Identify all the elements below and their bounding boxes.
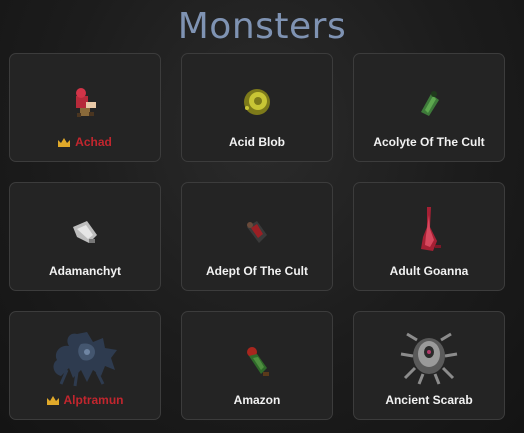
- monster-name: Alptramun: [10, 393, 160, 407]
- monster-card-adamanchyt[interactable]: Adamanchyt: [9, 182, 161, 291]
- monster-card-ancient-scarab[interactable]: Ancient Scarab: [353, 311, 505, 420]
- monster-card-acid-blob[interactable]: Acid Blob: [181, 53, 333, 162]
- monster-card-achad[interactable]: Achad: [9, 53, 161, 162]
- monster-card-alptramun[interactable]: Alptramun: [9, 311, 161, 420]
- monster-card-amazon[interactable]: Amazon: [181, 311, 333, 420]
- acid-blob-sprite-icon: [244, 89, 270, 116]
- adamanchyt-sprite-icon: [73, 221, 97, 244]
- adept-sprite-icon: [247, 221, 267, 244]
- monster-card-adult-goanna[interactable]: Adult Goanna: [353, 182, 505, 291]
- page-title: Monsters: [177, 6, 347, 47]
- monster-name: Achad: [10, 135, 160, 149]
- monster-grid: Achad Acid Blob Acolyte Of The Cult Adam…: [9, 53, 505, 420]
- achad-sprite-icon: [76, 88, 96, 118]
- acolyte-sprite-icon: [421, 91, 439, 117]
- alptramun-sprite-icon: [53, 331, 117, 387]
- monster-name: Amazon: [233, 393, 281, 407]
- monster-name: Adamanchyt: [48, 264, 122, 278]
- monster-name: Acid Blob: [229, 135, 285, 149]
- monster-name: Adept Of The Cult: [206, 264, 308, 278]
- monster-card-acolyte-of-the-cult[interactable]: Acolyte Of The Cult: [353, 53, 505, 162]
- monster-card-adept-of-the-cult[interactable]: Adept Of The Cult: [181, 182, 333, 291]
- boss-crown-icon: [46, 396, 59, 405]
- monster-name: Adult Goanna: [389, 264, 469, 278]
- goanna-sprite-icon: [421, 207, 441, 252]
- monster-name: Ancient Scarab: [385, 393, 473, 407]
- monster-name: Acolyte Of The Cult: [373, 135, 485, 149]
- boss-crown-icon: [58, 138, 71, 147]
- amazon-sprite-icon: [247, 347, 269, 377]
- scarab-sprite-icon: [400, 332, 458, 385]
